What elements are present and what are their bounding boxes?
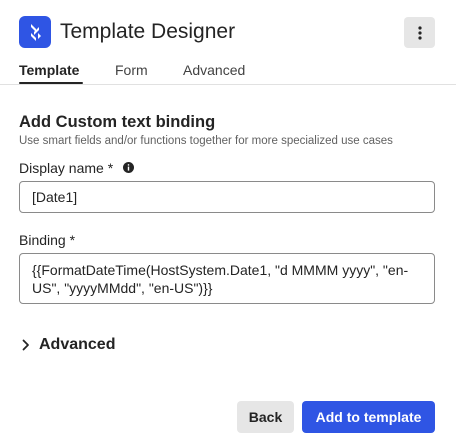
- advanced-expander[interactable]: Advanced: [19, 333, 115, 357]
- header: Template Designer: [0, 0, 456, 64]
- section-title: Add Custom text binding: [19, 113, 216, 131]
- active-tab-indicator: [19, 82, 83, 84]
- tab-bar: Template Form Advanced: [0, 58, 456, 85]
- binding-textarea[interactable]: {{FormatDateTime(HostSystem.Date1, "d MM…: [19, 253, 435, 304]
- display-name-label-text: Display name *: [19, 160, 114, 176]
- display-name-label: Display name *: [19, 159, 135, 177]
- binding-label: Binding *: [19, 232, 76, 248]
- tab-form[interactable]: Form: [115, 61, 148, 79]
- section-description: Use smart fields and/or functions togeth…: [19, 135, 393, 147]
- add-to-template-button[interactable]: Add to template: [302, 401, 435, 433]
- tab-template[interactable]: Template: [19, 61, 79, 79]
- app-title: Template Designer: [60, 20, 236, 43]
- tab-advanced[interactable]: Advanced: [183, 61, 245, 79]
- display-name-input[interactable]: [19, 181, 435, 213]
- advanced-expander-label: Advanced: [39, 336, 116, 353]
- back-button[interactable]: Back: [237, 401, 294, 433]
- chevron-right-icon: [19, 338, 33, 352]
- more-options-button[interactable]: [404, 17, 435, 48]
- more-vertical-icon: [417, 25, 422, 40]
- brand-logo-icon: [19, 16, 51, 48]
- info-icon[interactable]: [123, 162, 135, 174]
